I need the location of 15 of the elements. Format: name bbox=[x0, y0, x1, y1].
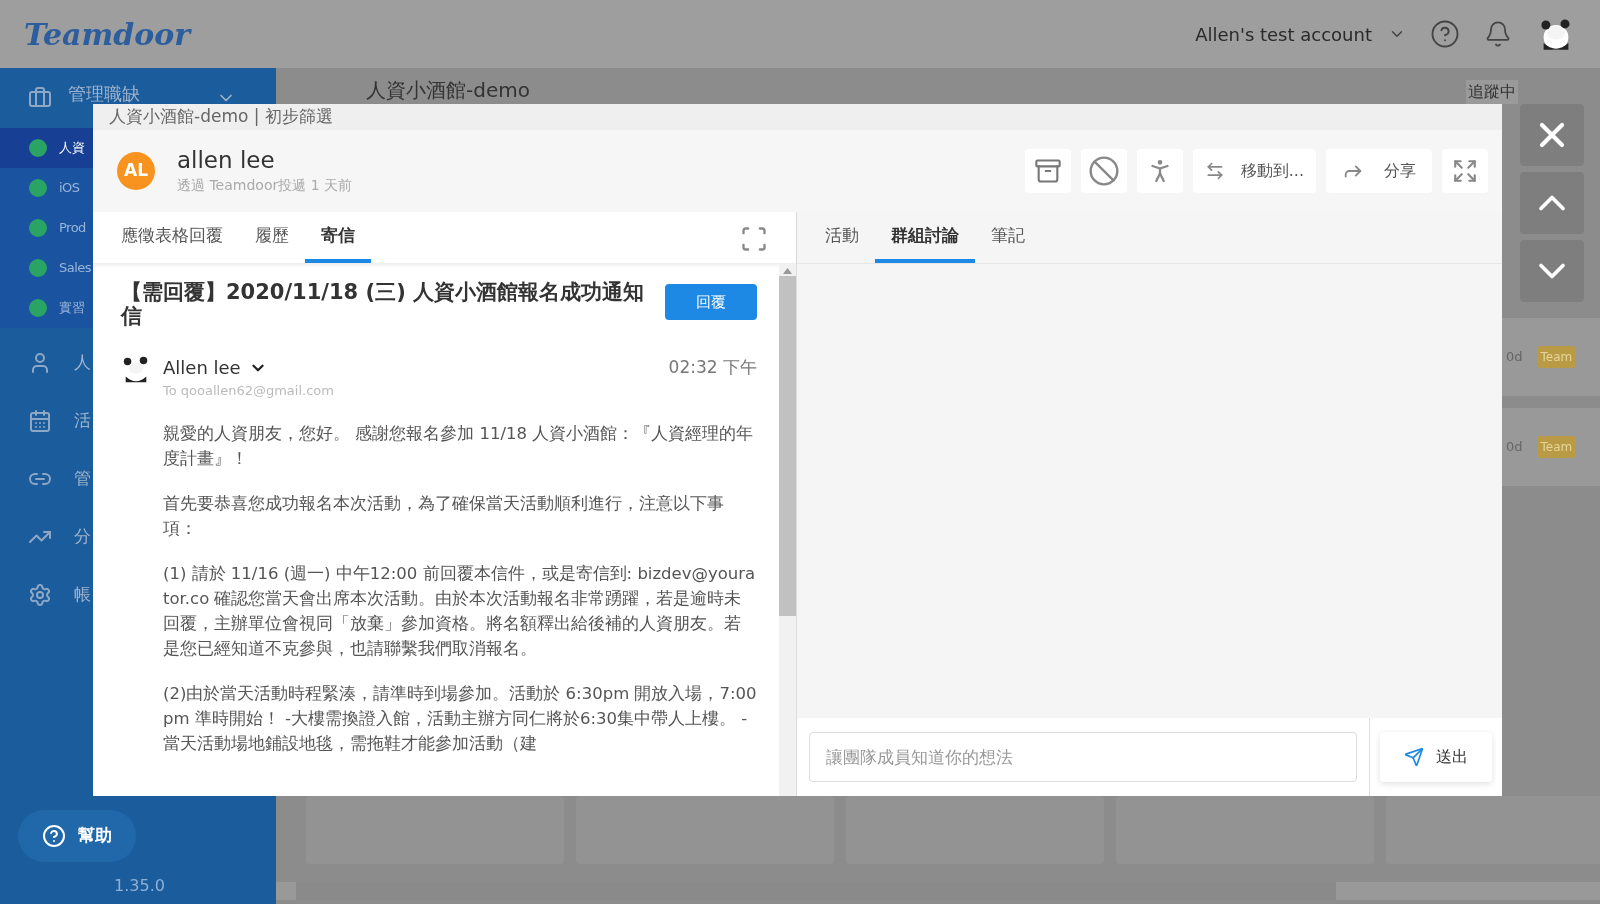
candidate-source: 透過 Teamdoor投遞 1 天前 bbox=[177, 175, 353, 195]
version: 1.35.0 bbox=[114, 875, 165, 897]
tag: Team bbox=[1536, 346, 1577, 368]
email-paragraph: 親愛的人資朋友，您好。 感謝您報名參加 11/18 人資小酒館：『人資經理的年度計畫』！ bbox=[163, 422, 755, 470]
candidate-avatar: AL bbox=[117, 152, 155, 190]
breadcrumb: 人資小酒館-demo | 初步篩選 bbox=[109, 105, 333, 129]
email-paragraph: (2)由於當天活動時程緊湊，請準時到場參加。活動於 6:30pm 開放入場，7:00pm 準時開始！ -大樓需換證入館，活動主辦方同仁將於6:30集中帶人上樓。 -當天活動場地鋪設地毯，需拖鞋才能參加活動（建 bbox=[163, 682, 757, 755]
tag: Team bbox=[1536, 436, 1577, 458]
email-recipient: To qooallen62@gmail.com bbox=[163, 382, 335, 400]
email-paragraph: 首先要恭喜您成功報名本次活動，為了確保當天活動順利進行，注意以下事項： bbox=[163, 492, 725, 540]
email-paragraph: (1) 請於 11/16 (週一) 中午12:00 前回覆本信件，或是寄信到: bizdev@yourator.co 確認您當天會出席本次活動。由於本次活動報名非常踴躍，若是逾時未回覆，主辦單位會視同「放棄」參加資格。將名額釋出給後補的人資朋友。若是您已經知道不克參與，也請聯繫我們取消報名。 bbox=[163, 562, 757, 660]
email-time: 02:32 下午 bbox=[668, 355, 757, 379]
candidate-name: allen lee bbox=[177, 146, 276, 175]
board-title: 人資小酒館-demo bbox=[366, 80, 530, 100]
email-subject: 【需回覆】2020/11/18 (三) 人資小酒館報名成功通知信 bbox=[121, 280, 646, 328]
